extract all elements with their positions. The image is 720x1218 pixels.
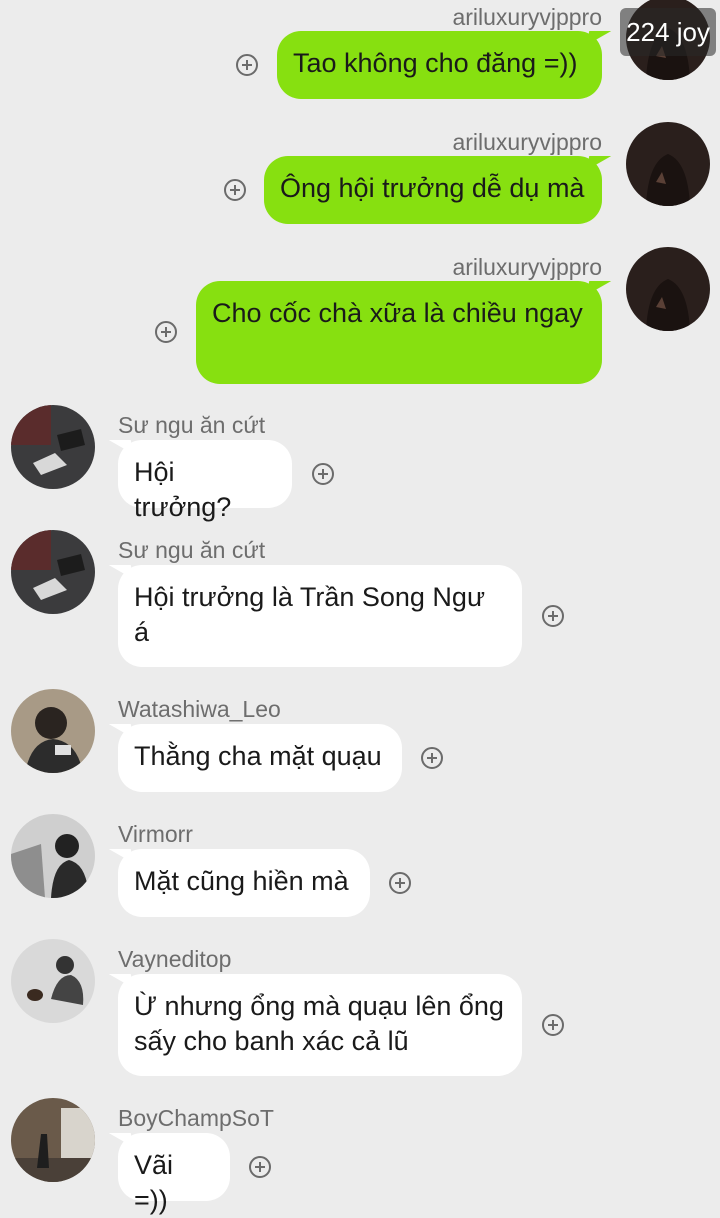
add-reaction-icon[interactable] bbox=[542, 1014, 564, 1036]
add-reaction-icon[interactable] bbox=[389, 872, 411, 894]
add-reaction-icon[interactable] bbox=[236, 54, 258, 76]
sender-name: Sư ngu ăn cứt bbox=[118, 412, 266, 438]
message-bubble-own[interactable]: Ông hội trưởng dễ dụ mà bbox=[264, 156, 602, 224]
sender-name: ariluxuryvjppro bbox=[452, 4, 602, 30]
message-bubble-own[interactable]: Cho cốc chà xữa là chiều ngay bbox=[196, 281, 602, 384]
add-reaction-icon[interactable] bbox=[312, 463, 334, 485]
dark-hoodie-avatar-icon[interactable] bbox=[626, 247, 710, 331]
sender-name: Virmorr bbox=[118, 821, 193, 847]
counter-badge: 224 joy bbox=[620, 8, 716, 56]
sender-name: BoyChampSoT bbox=[118, 1105, 274, 1131]
add-reaction-icon[interactable] bbox=[249, 1156, 271, 1178]
add-reaction-icon[interactable] bbox=[224, 179, 246, 201]
sneakers-photo-avatar-icon[interactable] bbox=[11, 405, 95, 489]
sender-name: Watashiwa_Leo bbox=[118, 696, 281, 722]
dark-hoodie-avatar-icon[interactable] bbox=[626, 122, 710, 206]
alley-photo-avatar-icon[interactable] bbox=[11, 1098, 95, 1182]
add-reaction-icon[interactable] bbox=[421, 747, 443, 769]
message-bubble[interactable]: Mặt cũng hiền mà bbox=[118, 849, 370, 917]
message-bubble[interactable]: Hội trưởng là Trần Song Ngư á bbox=[118, 565, 522, 667]
sender-name: ariluxuryvjppro bbox=[452, 129, 602, 155]
street-photo-avatar-icon[interactable] bbox=[11, 814, 95, 898]
add-reaction-icon[interactable] bbox=[542, 605, 564, 627]
message-bubble[interactable]: Ừ nhưng ổng mà quạu lên ổng sấy cho banh… bbox=[118, 974, 522, 1076]
man-selfie-avatar-icon[interactable] bbox=[11, 689, 95, 773]
message-bubble-own[interactable]: Tao không cho đăng =)) bbox=[277, 31, 602, 99]
message-bubble[interactable]: Vãi =)) bbox=[118, 1133, 230, 1215]
sneakers-photo-avatar-icon[interactable] bbox=[11, 530, 95, 614]
message-bubble[interactable]: Hội trưởng? bbox=[118, 440, 292, 522]
add-reaction-icon[interactable] bbox=[155, 321, 177, 343]
sender-name: Vayneditop bbox=[118, 946, 232, 972]
man-with-cat-avatar-icon[interactable] bbox=[11, 939, 95, 1023]
message-bubble[interactable]: Thằng cha mặt quạu bbox=[118, 724, 402, 792]
sender-name: Sư ngu ăn cứt bbox=[118, 537, 266, 563]
sender-name: ariluxuryvjppro bbox=[452, 254, 602, 280]
